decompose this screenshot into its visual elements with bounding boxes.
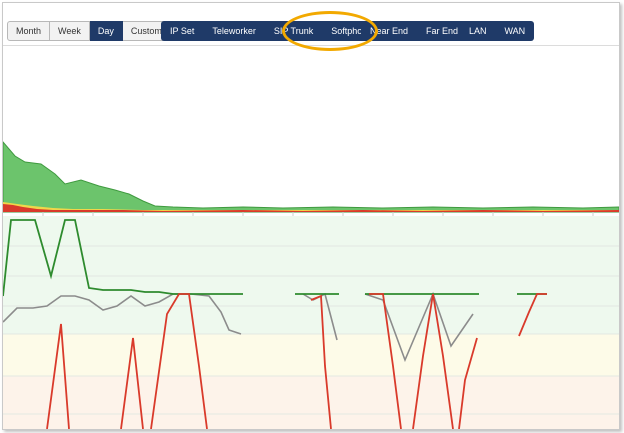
near-end-button[interactable]: Near End [361,21,417,41]
green-area-series [3,141,619,213]
month-button[interactable]: Month [7,21,51,41]
teleworker-button[interactable]: Teleworker [203,21,265,41]
chart-panel: Month Week Day Custom IP Set Teleworker … [2,2,620,430]
toolbar: Month Week Day Custom IP Set Teleworker … [3,3,619,46]
end-group: Near End Far End [361,21,468,41]
device-type-group: IP Set Teleworker SIP Trunk Softphone [161,21,382,41]
network-group: LAN WAN [460,21,535,41]
lan-button[interactable]: LAN [460,21,496,41]
ip-set-button[interactable]: IP Set [161,21,203,41]
wan-button[interactable]: WAN [496,21,535,41]
poor-band [3,376,619,429]
quality-line-chart [3,216,619,429]
sip-trunk-button[interactable]: SIP Trunk [265,21,322,41]
week-button[interactable]: Week [50,21,90,41]
time-range-group: Month Week Day Custom [7,21,171,41]
volume-area-chart [3,141,619,216]
day-button[interactable]: Day [89,21,123,41]
fair-band [3,334,619,376]
